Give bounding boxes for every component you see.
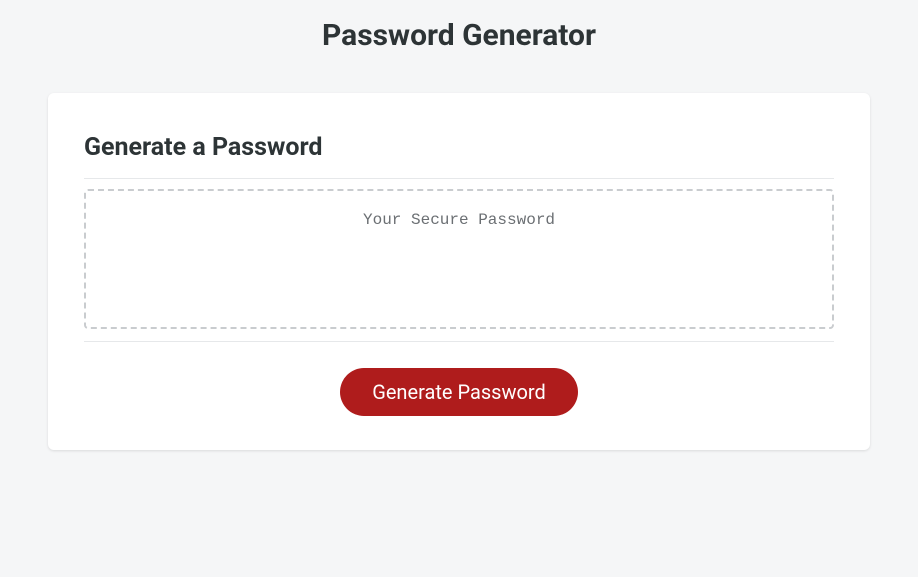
card-title: Generate a Password <box>84 133 834 162</box>
password-output: Your Secure Password <box>84 189 834 329</box>
page-title: Password Generator <box>0 0 918 73</box>
generator-card: Generate a Password Your Secure Password… <box>48 93 870 450</box>
generate-password-button[interactable]: Generate Password <box>340 368 578 416</box>
password-placeholder-text: Your Secure Password <box>363 211 555 229</box>
